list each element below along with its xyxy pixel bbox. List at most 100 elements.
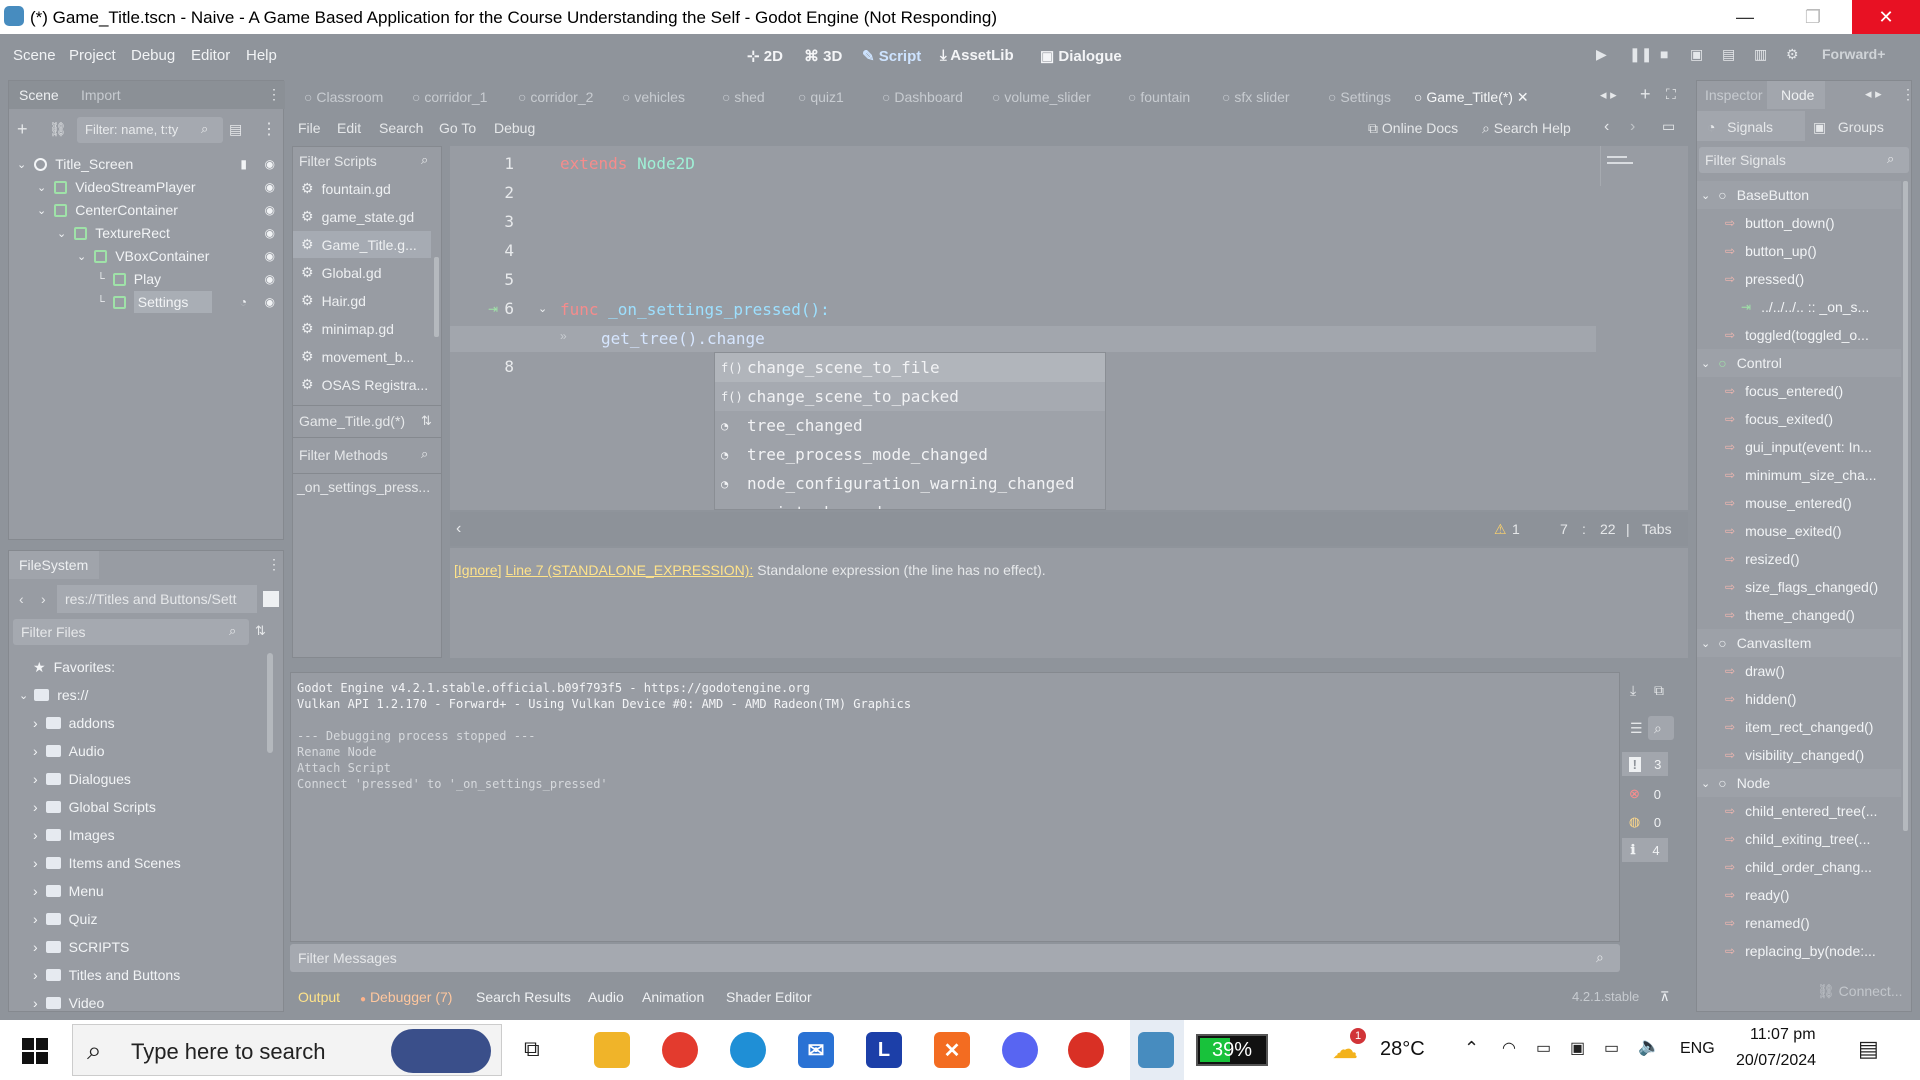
chevron-down-icon[interactable]: ⌄ [57,227,66,240]
methods-filter-input[interactable]: Filter Methods ⌕ [295,443,439,467]
scene-tab[interactable]: ○ shed [722,89,765,105]
volume-icon[interactable]: 🔈 [1638,1036,1660,1057]
signals-filter-input[interactable]: Filter Signals ⌕ [1699,147,1909,173]
sort-icon[interactable]: ⇅ [421,413,432,429]
menu-debug[interactable]: Debug [131,47,175,64]
signal-item[interactable]: ⇨ visibility_changed() [1697,741,1864,769]
scene-tab[interactable]: ○ Dashboard [882,89,963,105]
maximize-button[interactable]: ❐ [1784,0,1842,34]
pause-icon[interactable]: ❚❚ [1629,46,1652,63]
weather-temp[interactable]: 28°C [1380,1038,1425,1061]
script-list-item[interactable]: ⚙ fountain.gd [293,175,431,202]
signal-item[interactable]: ⇨ resized() [1697,545,1800,573]
online-docs-link[interactable]: ⧉ Online Docs [1368,120,1458,137]
workspace-3d[interactable]: ⌘ 3D [804,47,842,65]
close-button[interactable]: ✕ [1852,0,1920,34]
scene-tab[interactable]: ○ corridor_1 [412,89,487,105]
renderer-select[interactable]: Forward+ [1822,46,1885,62]
signal-item[interactable]: ⇨ button_down() [1697,209,1835,237]
remote-debug-icon[interactable]: ▣ [1690,46,1703,63]
script-list-item[interactable]: ⚙ Hair.gd [293,287,431,314]
notifications-icon[interactable]: ▤ [1858,1036,1879,1062]
error-count[interactable]: ⊗ 0 [1622,782,1668,806]
distraction-free-icon[interactable]: ⛶ [1666,86,1676,103]
minimize-button[interactable]: — [1716,0,1774,34]
add-tab-icon[interactable]: + [1640,84,1651,105]
script-menu-goto[interactable]: Go To [439,120,476,136]
xampp-icon[interactable]: ✕ [934,1032,970,1068]
folder-row[interactable]: › SCRIPTS [9,933,129,961]
stop-icon[interactable]: ■ [1660,46,1668,62]
link-icon[interactable]: ⛓ [49,121,67,138]
script-list-item[interactable]: ⚙ OSAS Registra... [293,371,431,398]
sort-icon[interactable]: ⇅ [255,623,266,639]
warning-icon[interactable]: ⚠ [1494,521,1507,538]
folder-row[interactable]: › Audio [9,737,104,765]
indent-mode[interactable]: Tabs [1642,521,1672,537]
back-icon[interactable]: ‹ [19,591,24,607]
camera-icon[interactable]: ▭ [1536,1038,1551,1058]
godot-icon[interactable] [1138,1032,1174,1068]
file-explorer-icon[interactable] [594,1032,630,1068]
visibility-eye-icon[interactable]: ◉ [265,272,275,286]
chevron-down-icon[interactable]: ⌄ [77,250,86,263]
copy-output-icon[interactable]: ⧉ [1654,682,1664,699]
signal-item[interactable]: ⇨ ready() [1697,881,1789,909]
task-view-icon[interactable]: ⧉ [524,1036,540,1062]
scripts-filter-input[interactable]: Filter Scripts ⌕ [295,149,439,173]
tab-debugger[interactable]: ● Debugger (7) [360,989,452,1005]
autocomplete-item[interactable]: ◔ tree_process_mode_changed [715,440,1105,469]
dock-scroll-icon[interactable]: ◂ ▸ [1865,86,1882,102]
play-icon[interactable]: ▶ [1596,46,1607,63]
scene-tab[interactable]: ○ Game_Title(*) ✕ [1404,80,1546,110]
signal-item[interactable]: ⇨ focus_entered() [1697,377,1843,405]
scrollbar[interactable] [267,653,273,753]
tab-output[interactable]: Output [298,989,340,1005]
autocomplete-item[interactable]: ◔ tree_changed [715,411,1105,440]
script-list-item[interactable]: ⚙ minimap.gd [293,315,431,342]
folder-row[interactable]: › Quiz [9,905,97,933]
visibility-eye-icon[interactable]: ◉ [265,180,275,194]
tab-import[interactable]: Import [81,87,121,103]
movie-maker-icon[interactable]: ⚙ [1786,46,1799,63]
method-item[interactable]: _on_settings_press... [297,479,430,495]
battery-widget[interactable]: 39% [1196,1034,1268,1066]
signal-connected-icon[interactable]: ◔ [240,295,247,309]
menu-project[interactable]: Project [69,47,116,64]
visibility-eye-icon[interactable]: ◉ [265,226,275,240]
folder-row[interactable]: › addons [9,709,115,737]
subtab-signals[interactable]: ◔ Signals [1707,119,1773,135]
scene-tab[interactable]: ○ quiz1 [798,89,844,105]
menu-scene[interactable]: Scene [13,47,56,64]
warning-line-link[interactable]: Line 7 (STANDALONE_EXPRESSION): [505,562,753,578]
app-l-icon[interactable]: L [866,1032,902,1068]
subtab-groups[interactable]: ▣ Groups [1813,119,1884,136]
taskbar-search-box[interactable]: ⌕ Type here to search [72,1024,502,1076]
scene-node-row[interactable]: └ Settings ◉ ◔ [9,289,285,315]
chrome-icon[interactable] [662,1032,698,1068]
script-list-item[interactable]: ⚙ Game_Title.g... [293,231,431,258]
chevron-down-icon[interactable]: ⌄ [37,181,46,194]
minimap[interactable] [1600,146,1680,186]
pin-panel-icon[interactable]: ⊼ [1660,989,1670,1005]
menu-help[interactable]: Help [246,47,277,64]
signal-item[interactable]: ⇨ replacing_by(node:... [1697,937,1876,965]
scene-filter-input[interactable]: Filter: name, t:ty ⌕ [77,117,223,143]
history-back-icon[interactable]: ‹ [1604,118,1609,136]
connect-button[interactable]: ⛓ Connect... [1817,983,1903,1000]
battery-icon[interactable]: ▭ [1604,1038,1619,1058]
clear-output-icon[interactable]: ⤓ [1630,682,1636,699]
float-window-icon[interactable]: ▭ [1662,118,1675,135]
discord-icon[interactable] [1002,1032,1038,1068]
script-menu-file[interactable]: File [298,120,321,136]
script-list-item[interactable]: ⚙ movement_b... [293,343,431,370]
signal-item[interactable]: ⇨ focus_exited() [1697,405,1833,433]
tab-scroll-icon[interactable]: ◂ ▸ [1600,87,1617,103]
folder-row[interactable]: › Dialogues [9,765,131,793]
res-root-row[interactable]: ⌄ res:// [19,681,88,709]
chevron-down-icon[interactable]: ⌄ [17,158,26,171]
forward-icon[interactable]: › [41,591,46,607]
workspace-2d[interactable]: ⊹ 2D [747,47,783,65]
signal-item[interactable]: ⇨ hidden() [1697,685,1796,713]
warning-count[interactable]: ◍ 0 [1622,810,1668,834]
